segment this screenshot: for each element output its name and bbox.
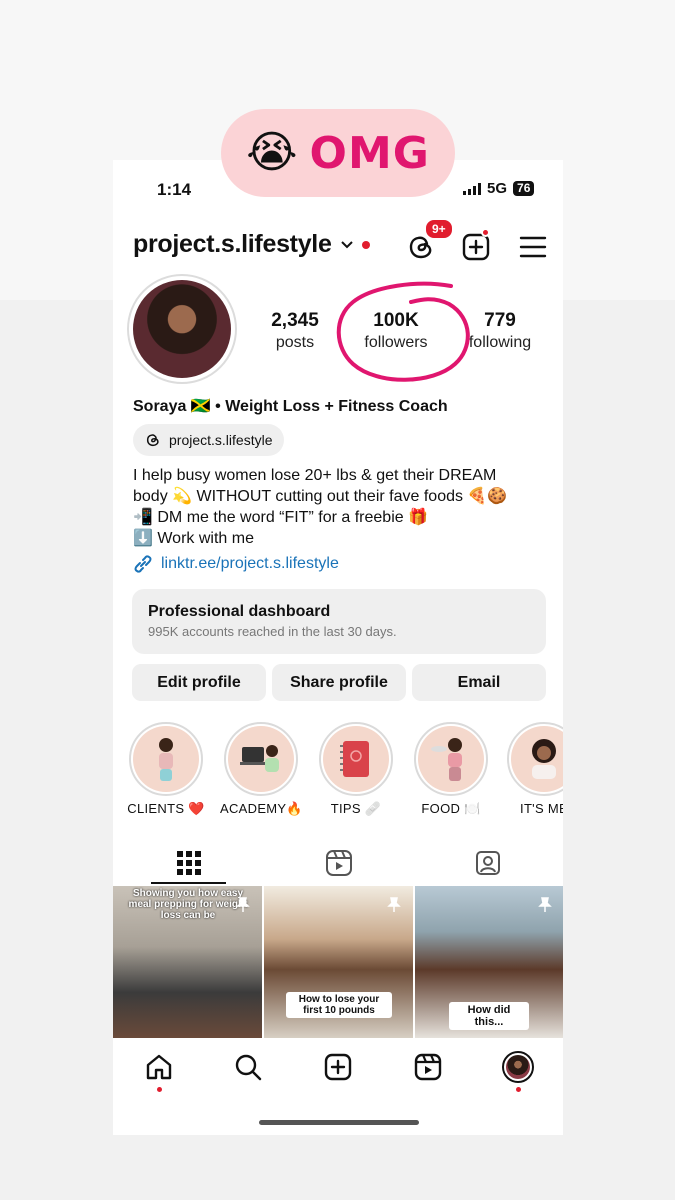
highlight-cover (323, 726, 389, 792)
threads-handle: project.s.lifestyle (169, 432, 273, 448)
posts-label: posts (275, 334, 315, 351)
highlight-label: ACADEMY🔥 (220, 801, 303, 816)
highlight-ring (129, 722, 203, 796)
notebook-icon (340, 741, 369, 777)
post-tile[interactable]: How did this... (415, 886, 563, 1038)
active-tab-indicator (151, 882, 226, 884)
dashboard-title: Professional dashboard (148, 603, 331, 620)
status-time: 1:14 (157, 180, 192, 199)
highlight-its-me[interactable]: IT'S ME (503, 722, 563, 816)
profile-notification-dot (516, 1087, 521, 1092)
highlight-label: FOOD 🍽️ (421, 801, 481, 816)
highlight-label: TIPS 🩹 (330, 801, 382, 816)
bio-name-line: Soraya 🇯🇲 • Weight Loss + Fitness Coach (133, 398, 448, 415)
pin-icon (387, 897, 401, 912)
chevron-down-icon (340, 240, 353, 248)
battery-icon: 76 (513, 181, 535, 196)
link-icon (134, 555, 152, 573)
highlight-ring (507, 722, 563, 796)
avatar-image (133, 280, 231, 378)
highlight-cover (228, 726, 294, 792)
grid-tab-icon[interactable] (174, 848, 204, 878)
figure-icon (159, 738, 173, 781)
home-notification-dot (157, 1087, 162, 1092)
posts-count: 2,345 (271, 310, 319, 331)
share-profile-button[interactable]: Share profile (272, 664, 406, 701)
notification-badge: 9+ (424, 218, 454, 240)
home-icon[interactable] (144, 1052, 174, 1082)
highlight-ring (224, 722, 298, 796)
create-post-dot (481, 228, 490, 237)
pin-icon (236, 897, 250, 912)
create-icon[interactable] (323, 1052, 353, 1082)
crying-emoji-icon: 😭 (246, 128, 298, 177)
profile-nav-avatar[interactable] (502, 1051, 534, 1083)
omg-text: OMG (309, 127, 430, 179)
signal-icon (463, 182, 481, 195)
email-button[interactable]: Email (412, 664, 546, 701)
post-caption: How to lose your first 10 pounds (286, 992, 392, 1018)
dashboard-subtitle: 995K accounts reached in the last 30 day… (148, 624, 397, 639)
highlight-food[interactable]: FOOD 🍽️ (410, 722, 492, 817)
post-caption: How did this... (449, 1002, 529, 1030)
post-tile[interactable]: Showing you how easy meal prepping for w… (113, 886, 262, 1038)
highlight-label: CLIENTS ❤️ (127, 801, 205, 816)
highlight-academy[interactable]: ACADEMY🔥 (220, 722, 303, 817)
bio-text: I help busy women lose 20+ lbs & get the… (133, 465, 553, 549)
bio-line: ⬇️ Work with me (133, 530, 254, 547)
network-label: 5G (487, 180, 508, 197)
reels-tab-icon[interactable] (324, 848, 354, 878)
reels-icon[interactable] (413, 1052, 443, 1082)
laptop-icon (240, 745, 279, 772)
omg-sticker: 😭 OMG (221, 109, 455, 197)
edit-profile-button[interactable]: Edit profile (132, 664, 266, 701)
highlight-ring (414, 722, 488, 796)
stat-posts[interactable]: 2,345 posts (263, 310, 327, 352)
post-tile[interactable]: How to lose your first 10 pounds (264, 886, 413, 1038)
bio-line: body 💫 WITHOUT cutting out their fave fo… (133, 488, 508, 505)
bio-line: 📲 DM me the word “FIT” for a freebie 🎁 (133, 509, 429, 526)
bio-link-text: linktr.ee/project.s.lifestyle (161, 555, 339, 572)
highlight-label: IT'S ME (520, 801, 563, 816)
figure-icon (431, 738, 462, 781)
highlight-clients[interactable]: CLIENTS ❤️ (125, 722, 207, 817)
figure-icon (532, 739, 556, 779)
hand-drawn-circle (336, 281, 470, 382)
highlight-cover (511, 726, 563, 792)
search-icon[interactable] (233, 1052, 263, 1082)
account-switcher[interactable]: project.s.lifestyle (133, 230, 370, 259)
bio-link[interactable]: linktr.ee/project.s.lifestyle (133, 554, 339, 574)
threads-icon (146, 434, 159, 447)
username: project.s.lifestyle (133, 230, 332, 258)
threads-link-chip[interactable]: project.s.lifestyle (133, 424, 285, 456)
home-indicator (259, 1120, 419, 1125)
profile-avatar[interactable] (127, 274, 237, 384)
pin-icon (538, 897, 552, 912)
highlight-cover (418, 726, 484, 792)
professional-dashboard[interactable]: Professional dashboard 995K accounts rea… (132, 589, 546, 654)
menu-icon[interactable] (518, 232, 548, 262)
tagged-tab-icon[interactable] (473, 848, 503, 878)
notification-dot (361, 240, 370, 249)
bio-line: I help busy women lose 20+ lbs & get the… (133, 467, 497, 484)
highlight-tips[interactable]: TIPS 🩹 (315, 722, 397, 817)
avatar (506, 1055, 530, 1079)
highlight-cover (133, 726, 199, 792)
phone-screen: 1:14 5G 76 project.s.lifestyle 9+ 2,345 … (113, 160, 563, 1135)
highlight-ring (319, 722, 393, 796)
status-bar-right: 5G 76 (463, 180, 535, 197)
